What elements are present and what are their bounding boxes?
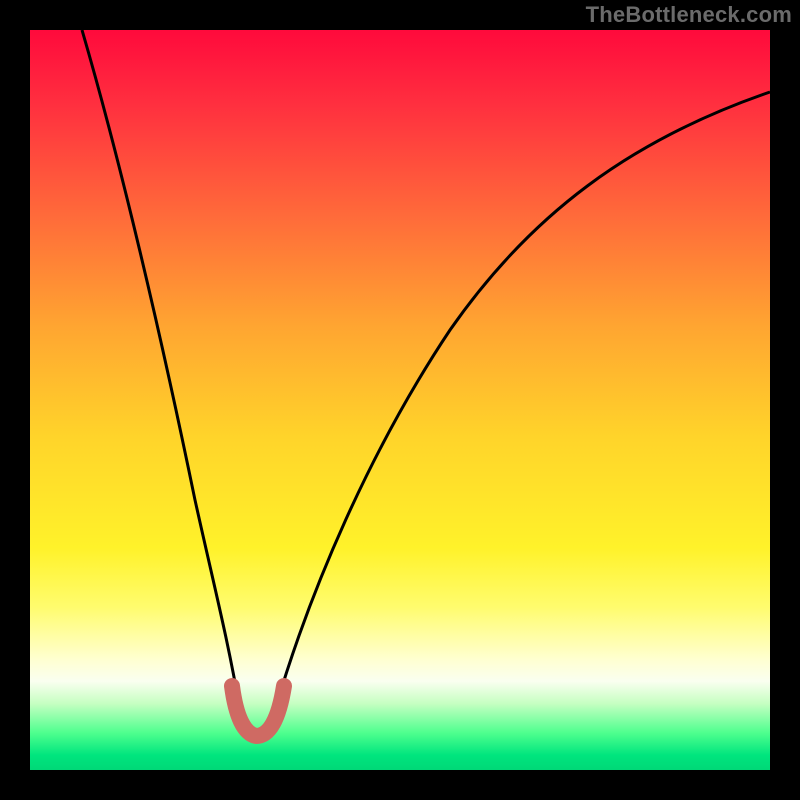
watermark-text: TheBottleneck.com [586,2,792,28]
chart-svg [30,30,770,770]
curve-left [82,30,240,710]
chart-plot-area [30,30,770,770]
curve-right [275,92,770,710]
valley-marker [232,686,284,736]
